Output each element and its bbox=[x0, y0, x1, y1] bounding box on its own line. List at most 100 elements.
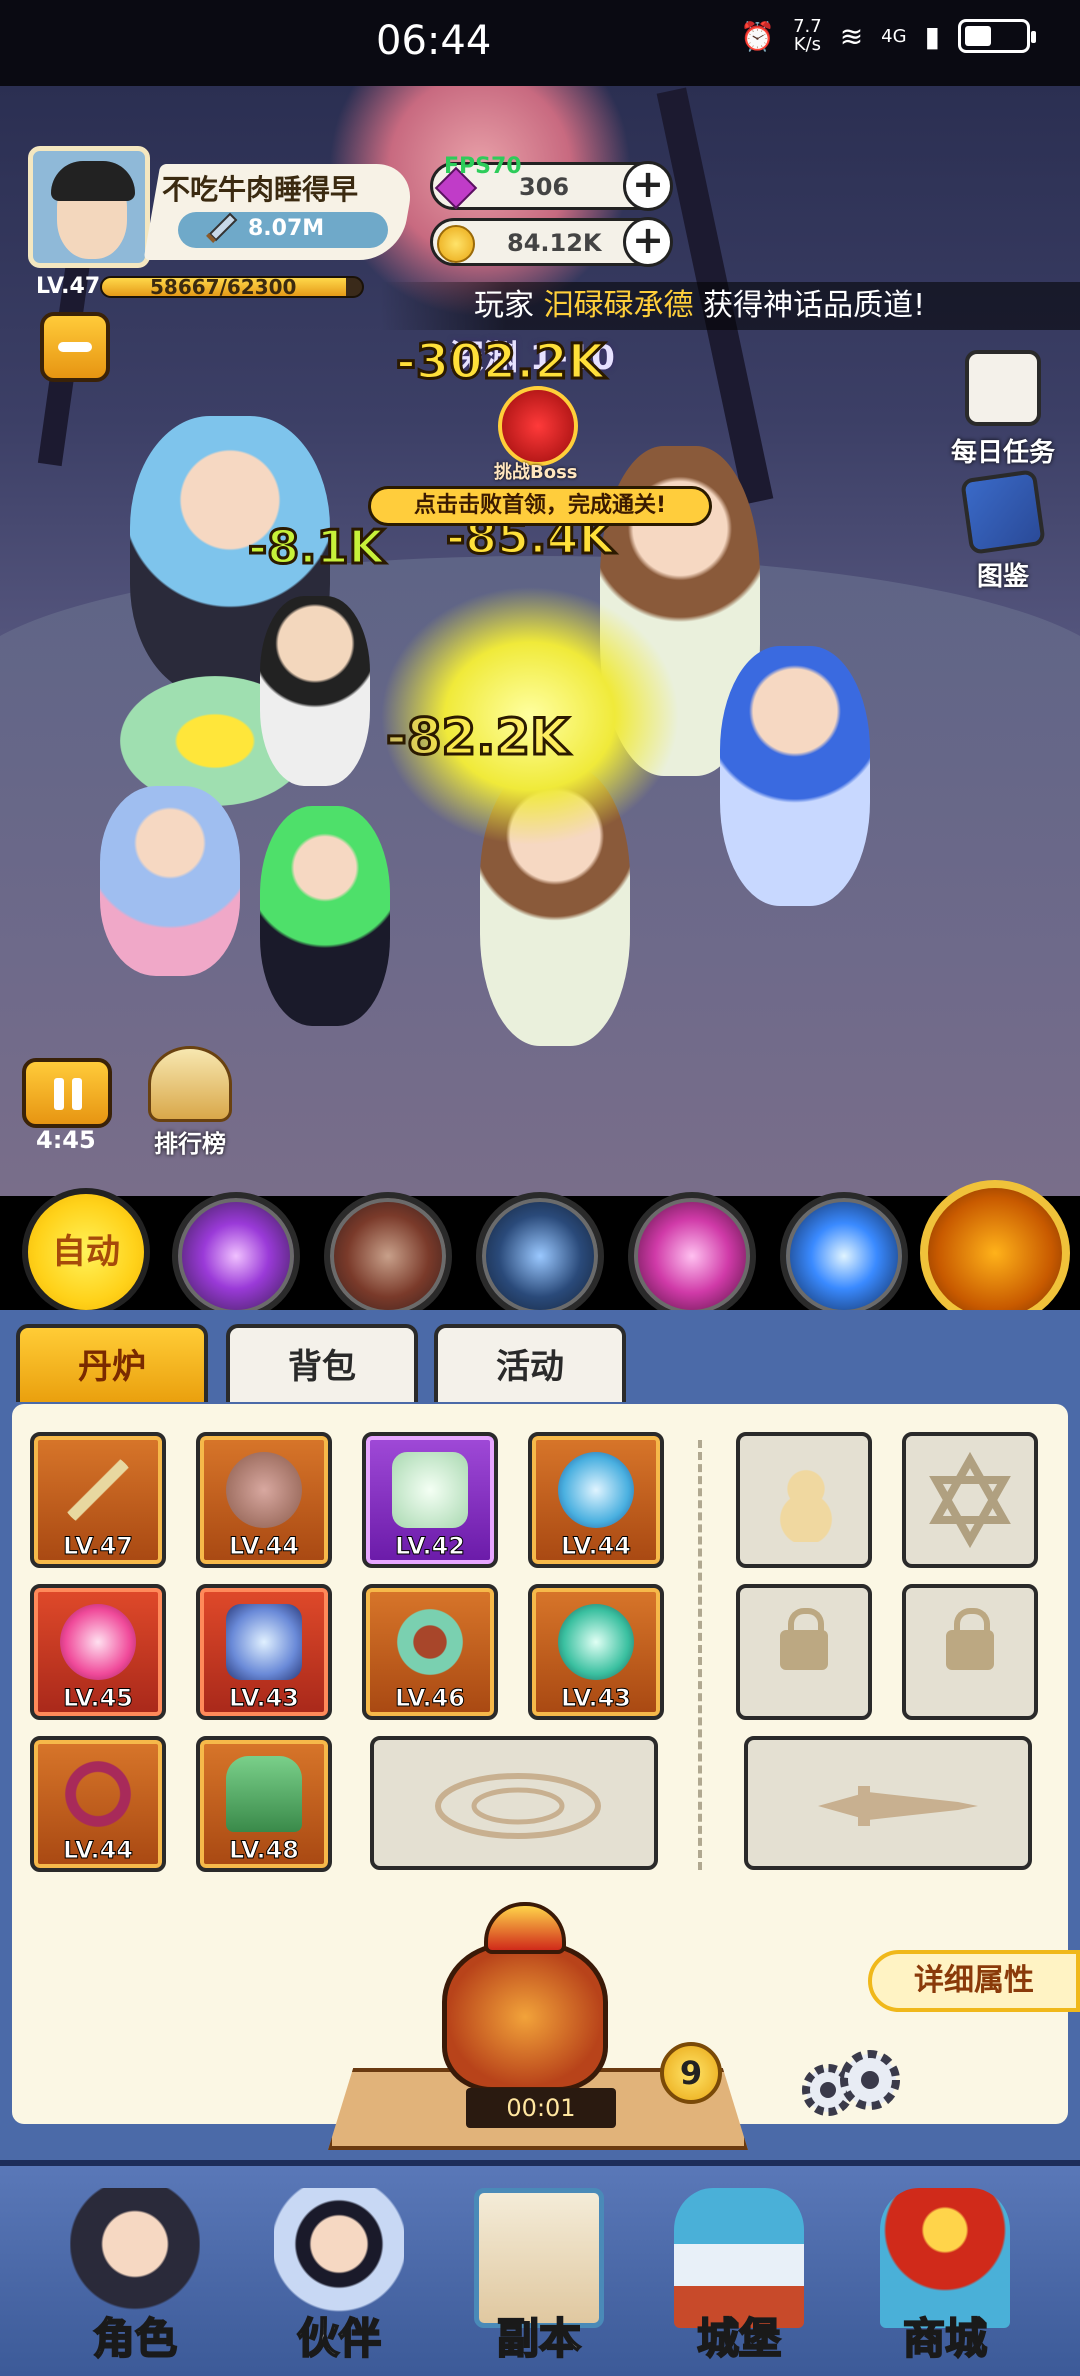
lightning-shield-skill-icon[interactable] bbox=[476, 1192, 604, 1320]
daily-tasks-button[interactable]: 每日任务 bbox=[948, 350, 1058, 469]
add-gold-button[interactable]: + bbox=[623, 217, 673, 267]
equipment-level: LV.43 bbox=[561, 1684, 632, 1713]
nav-castle-label: 城堡 bbox=[696, 2313, 782, 2364]
equipment-level: LV.44 bbox=[229, 1532, 300, 1561]
gourd-icon bbox=[778, 1466, 834, 1542]
nav-shop[interactable]: 商城 bbox=[850, 2178, 1040, 2376]
equipment-slot-crown[interactable]: LV.44 bbox=[196, 1432, 332, 1568]
tab-events[interactable]: 活动 bbox=[434, 1324, 626, 1402]
furnace-timer: 00:01 bbox=[466, 2088, 616, 2128]
hexagram-slot[interactable] bbox=[902, 1432, 1038, 1568]
tab-furnace[interactable]: 丹炉 bbox=[16, 1324, 208, 1402]
avatar-hair bbox=[51, 161, 135, 201]
bagua-icon bbox=[226, 1604, 302, 1680]
book-icon bbox=[960, 469, 1046, 555]
blue-fireball-skill-icon[interactable] bbox=[780, 1192, 908, 1320]
equipment-slot-spear[interactable]: LV.47 bbox=[30, 1432, 166, 1568]
lock-icon bbox=[780, 1608, 828, 1670]
codex-button[interactable]: 图鉴 bbox=[948, 469, 1058, 593]
weapon-slot[interactable] bbox=[744, 1736, 1032, 1870]
jade-bracelet-icon bbox=[392, 1604, 468, 1680]
nav-character[interactable]: 角色 bbox=[40, 2178, 230, 2376]
boots-icon bbox=[226, 1756, 302, 1832]
daily-tasks-label: 每日任务 bbox=[950, 438, 1055, 468]
equipment-level: LV.43 bbox=[229, 1684, 300, 1713]
gold-counter: 84.12K + bbox=[430, 217, 673, 267]
wifi-icon: ≋ bbox=[839, 19, 864, 53]
sword-icon bbox=[206, 212, 238, 243]
player-avatar[interactable] bbox=[28, 146, 150, 268]
status-time: 06:44 bbox=[376, 18, 492, 64]
status-icons: ⏰ 7.7 K/s ≋ 4G ▮ bbox=[740, 18, 1036, 54]
formation-icon bbox=[435, 1773, 601, 1839]
nav-dungeon[interactable]: 副本 bbox=[444, 2178, 634, 2376]
equipment-level: LV.48 bbox=[229, 1836, 300, 1865]
tab-backpack[interactable]: 背包 bbox=[226, 1324, 418, 1402]
boss-label: 挑战Boss bbox=[494, 462, 578, 483]
nav-shop-label: 商城 bbox=[902, 2313, 988, 2364]
network-type: 4G bbox=[881, 25, 907, 47]
furnace-level-badge[interactable]: 9 bbox=[660, 2042, 722, 2104]
nav-castle[interactable]: 城堡 bbox=[644, 2178, 834, 2376]
gourd-slot[interactable] bbox=[736, 1432, 872, 1568]
hexagram-icon bbox=[929, 1451, 1011, 1549]
equipment-slot-belt[interactable]: LV.44 bbox=[30, 1736, 166, 1872]
crane-orb-icon bbox=[558, 1452, 634, 1528]
net-speed: 7.7 K/s bbox=[793, 18, 822, 54]
equipment-slot-boots[interactable]: LV.48 bbox=[196, 1736, 332, 1872]
enemy-blue-swordsman[interactable] bbox=[720, 646, 870, 906]
gem-value: 306 bbox=[519, 173, 570, 201]
ally-monk[interactable] bbox=[100, 786, 240, 976]
gold-coin-icon bbox=[437, 225, 475, 263]
bottom-nav: 角色 伙伴 副本 城堡 商城 bbox=[0, 2160, 1080, 2376]
nav-partner-label: 伙伴 bbox=[296, 2313, 382, 2364]
exp-text: 58667/62300 bbox=[150, 275, 297, 299]
equipment-slot-pink-pearl[interactable]: LV.45 bbox=[30, 1584, 166, 1720]
fire-demon-ultimate-icon[interactable] bbox=[920, 1180, 1070, 1326]
furnace-lid bbox=[484, 1902, 566, 1954]
player-name: 不吃牛肉睡得早 bbox=[162, 173, 359, 206]
battle-timer: 4:45 bbox=[36, 1126, 96, 1154]
announcement-suffix: 获得神话品质道! bbox=[703, 288, 926, 323]
equipment-slot-jade-bracelet[interactable]: LV.46 bbox=[362, 1584, 498, 1720]
robe-icon bbox=[392, 1452, 468, 1528]
equipment-level: LV.42 bbox=[395, 1532, 466, 1561]
ranking-button[interactable]: 排行榜 bbox=[140, 1046, 240, 1159]
trophy-icon bbox=[148, 1046, 232, 1122]
panel-divider bbox=[698, 1440, 702, 1870]
equipment-slot-bagua[interactable]: LV.43 bbox=[196, 1584, 332, 1720]
locked-slot[interactable] bbox=[736, 1584, 872, 1720]
equipment-slot-crane-orb[interactable]: LV.44 bbox=[528, 1432, 664, 1568]
power-value: 8.07M bbox=[248, 216, 325, 241]
net-speed-unit: K/s bbox=[793, 34, 821, 55]
purple-orb-skill-icon[interactable] bbox=[172, 1192, 300, 1320]
beast-skill-icon[interactable] bbox=[324, 1192, 452, 1320]
formation-slot[interactable] bbox=[370, 1736, 658, 1870]
pause-button[interactable] bbox=[22, 1058, 112, 1128]
ally-player-avatar[interactable] bbox=[260, 596, 370, 786]
spear-icon bbox=[60, 1452, 136, 1528]
crown-icon bbox=[226, 1452, 302, 1528]
lock-icon bbox=[946, 1608, 994, 1670]
ranking-label: 排行榜 bbox=[154, 1130, 226, 1158]
equipment-slot-robe[interactable]: LV.42 bbox=[362, 1432, 498, 1568]
auto-battle-button[interactable]: 自动 bbox=[22, 1188, 150, 1316]
gear-icon[interactable] bbox=[794, 2040, 904, 2130]
player-level: LV.47 bbox=[36, 274, 101, 299]
equipment-level: LV.44 bbox=[561, 1532, 632, 1561]
locked-slot[interactable] bbox=[902, 1584, 1038, 1720]
menu-button[interactable] bbox=[40, 312, 110, 382]
challenge-boss-button[interactable] bbox=[498, 386, 578, 466]
gold-value: 84.12K bbox=[507, 229, 602, 257]
equipment-level: LV.45 bbox=[63, 1684, 134, 1713]
nav-partner[interactable]: 伙伴 bbox=[244, 2178, 434, 2376]
player-card[interactable]: 不吃牛肉睡得早 8.07M bbox=[28, 146, 417, 268]
equipment-level: LV.46 bbox=[395, 1684, 466, 1713]
announcement-player: 汩碌碌承德 bbox=[543, 288, 694, 323]
vortex-skill-icon[interactable] bbox=[628, 1192, 756, 1320]
codex-label: 图鉴 bbox=[976, 562, 1029, 592]
add-gems-button[interactable]: + bbox=[623, 161, 673, 211]
ally-green-hair[interactable] bbox=[260, 806, 390, 1026]
detail-attributes-button[interactable]: 详细属性 bbox=[868, 1950, 1080, 2012]
equipment-slot-spirit-orb[interactable]: LV.43 bbox=[528, 1584, 664, 1720]
